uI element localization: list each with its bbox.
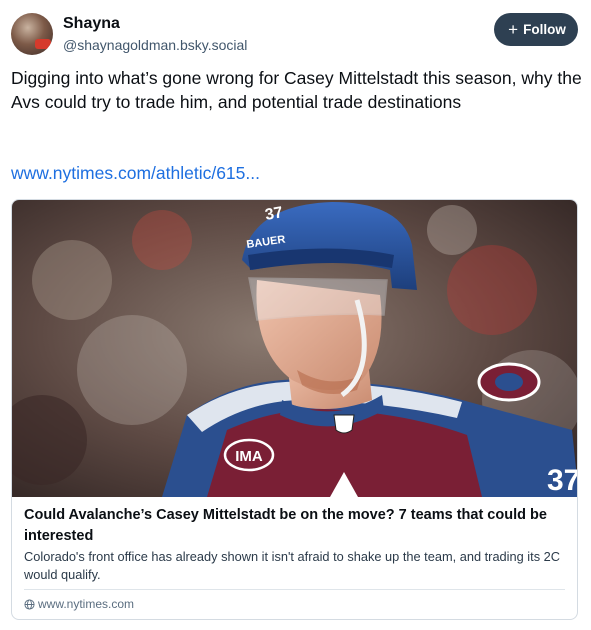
preview-domain-row: www.nytimes.com xyxy=(24,597,134,611)
globe-icon xyxy=(24,598,35,610)
post-link[interactable]: www.nytimes.com/athletic/615... xyxy=(11,163,260,184)
follow-button-label: Follow xyxy=(523,22,566,37)
link-preview-card[interactable]: BAUER 37 IMA 37 Could Avalanche’s Casey … xyxy=(11,199,578,620)
author-handle[interactable]: @shaynagoldman.bsky.social xyxy=(63,37,247,53)
jersey-patch: IMA xyxy=(235,448,263,465)
post-card: Shayna @shaynagoldman.bsky.social + Foll… xyxy=(0,0,591,630)
divider xyxy=(24,589,565,590)
follow-button[interactable]: + Follow xyxy=(494,13,578,46)
preview-image: BAUER 37 IMA 37 xyxy=(12,200,578,497)
preview-domain: www.nytimes.com xyxy=(38,597,135,611)
avatar[interactable] xyxy=(11,13,53,55)
preview-title: Could Avalanche’s Casey Mittelstadt be o… xyxy=(24,507,547,544)
post-text: Digging into what’s gone wrong for Casey… xyxy=(11,68,582,112)
sleeve-number: 37 xyxy=(547,464,578,497)
plus-icon: + xyxy=(508,20,519,39)
avatar-badge xyxy=(35,39,51,49)
author-display-name[interactable]: Shayna xyxy=(63,15,120,33)
preview-description: Colorado's front office has already show… xyxy=(24,549,561,582)
helmet-number: 37 xyxy=(264,204,285,224)
